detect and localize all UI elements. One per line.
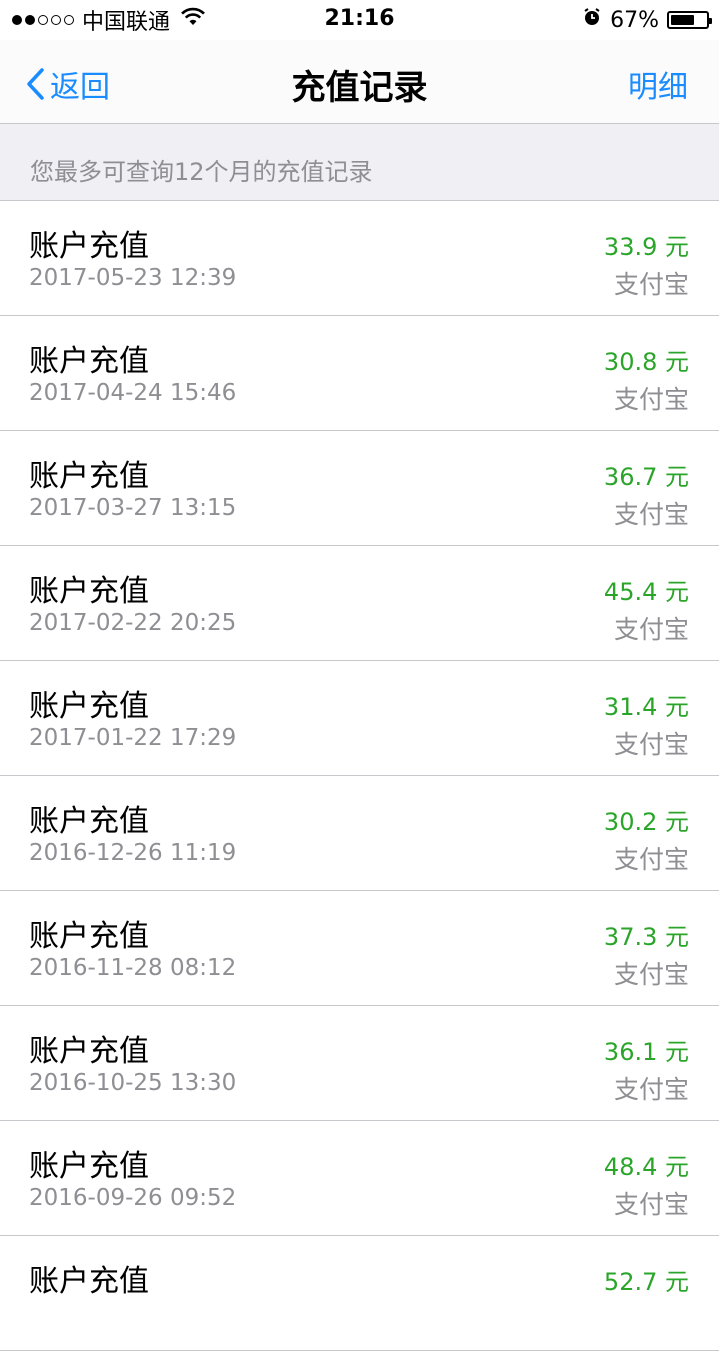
list-item[interactable]: 账户充值 2016-09-26 09:52 48.4 元支付宝 [0,1121,719,1236]
battery-level-fill [671,15,694,25]
record-date: 2017-03-27 13:15 [29,495,237,521]
battery-icon [667,11,712,29]
record-date: 2016-10-25 13:30 [29,1070,237,1096]
record-payment-method: 支付宝 [613,960,689,989]
record-date: 2016-12-26 11:19 [29,840,237,866]
record-amount: 36.1 元 [603,1038,689,1066]
record-amount: 37.3 元 [603,923,689,951]
record-payment-method: 支付宝 [613,1075,689,1104]
list-item[interactable]: 账户充值 2016-12-26 11:19 30.2 元支付宝 [0,776,719,891]
status-bar-right: 67% [582,6,712,34]
detail-button[interactable]: 明细 [628,62,688,106]
recharge-record-list[interactable]: 账户充值 2017-05-23 12:39 33.9 元支付宝 账户充值 2017-04… [0,201,719,1351]
record-payment-method: 支付宝 [613,615,689,644]
query-limit-notice: 您最多可查询12个月的充值记录 [0,124,719,201]
record-amount: 30.8 元 [603,348,689,376]
list-item[interactable]: 账户充值 2017-02-22 20:25 45.4 元支付宝 [0,546,719,661]
record-amount: 36.7 元 [603,463,689,491]
list-item[interactable]: 账户充值 2017-05-23 12:39 33.9 元支付宝 [0,201,719,316]
record-date: 2017-04-24 15:46 [29,380,237,406]
record-payment-method: 支付宝 [613,730,689,759]
list-item[interactable]: 账户充值 2016-11-28 08:12 37.3 元支付宝 [0,891,719,1006]
record-payment-method: 支付宝 [613,385,689,414]
record-date: 2017-01-22 17:29 [29,725,237,751]
list-item[interactable]: 账户充值 2017-04-24 15:46 30.8 元支付宝 [0,316,719,431]
page-title: 充值记录 [291,68,428,108]
list-item[interactable]: 账户充值 2017-01-22 17:29 31.4 元支付宝 [0,661,719,776]
record-date: 2017-05-23 12:39 [29,265,237,291]
record-amount: 31.4 元 [603,693,689,721]
record-title: 账户充值 [29,1264,149,1299]
record-date: 2016-11-28 08:12 [29,955,237,981]
record-title: 账户充值 [29,229,149,264]
alarm-clock-icon [582,7,602,33]
record-amount: 45.4 元 [603,578,689,606]
record-amount: 48.4 元 [603,1153,689,1181]
record-title: 账户充值 [29,574,149,609]
record-title: 账户充值 [29,804,149,839]
battery-percent: 67% [610,7,659,33]
record-title: 账户充值 [29,1034,149,1069]
record-amount: 33.9 元 [603,233,689,261]
record-title: 账户充值 [29,689,149,724]
list-item[interactable]: 账户充值 2017-03-27 13:15 36.7 元支付宝 [0,431,719,546]
record-payment-method: 支付宝 [613,845,689,874]
record-payment-method: 支付宝 [613,1190,689,1219]
record-payment-method: 支付宝 [613,500,689,529]
list-item[interactable]: 账户充值 2016-10-25 13:30 36.1 元支付宝 [0,1006,719,1121]
record-date: 2017-02-22 20:25 [29,610,237,636]
record-amount: 30.2 元 [603,808,689,836]
status-bar: 中国联通 21:16 67% [0,0,719,40]
record-date: 2016-09-26 09:52 [29,1185,237,1211]
record-title: 账户充值 [29,344,149,379]
record-title: 账户充值 [29,919,149,954]
record-title: 账户充值 [29,1149,149,1184]
record-title: 账户充值 [29,459,149,494]
navigation-bar: 返回 充值记录 明细 [0,40,719,124]
record-payment-method: 支付宝 [613,270,689,299]
list-item[interactable]: 账户充值 52.7 元 [0,1236,719,1351]
